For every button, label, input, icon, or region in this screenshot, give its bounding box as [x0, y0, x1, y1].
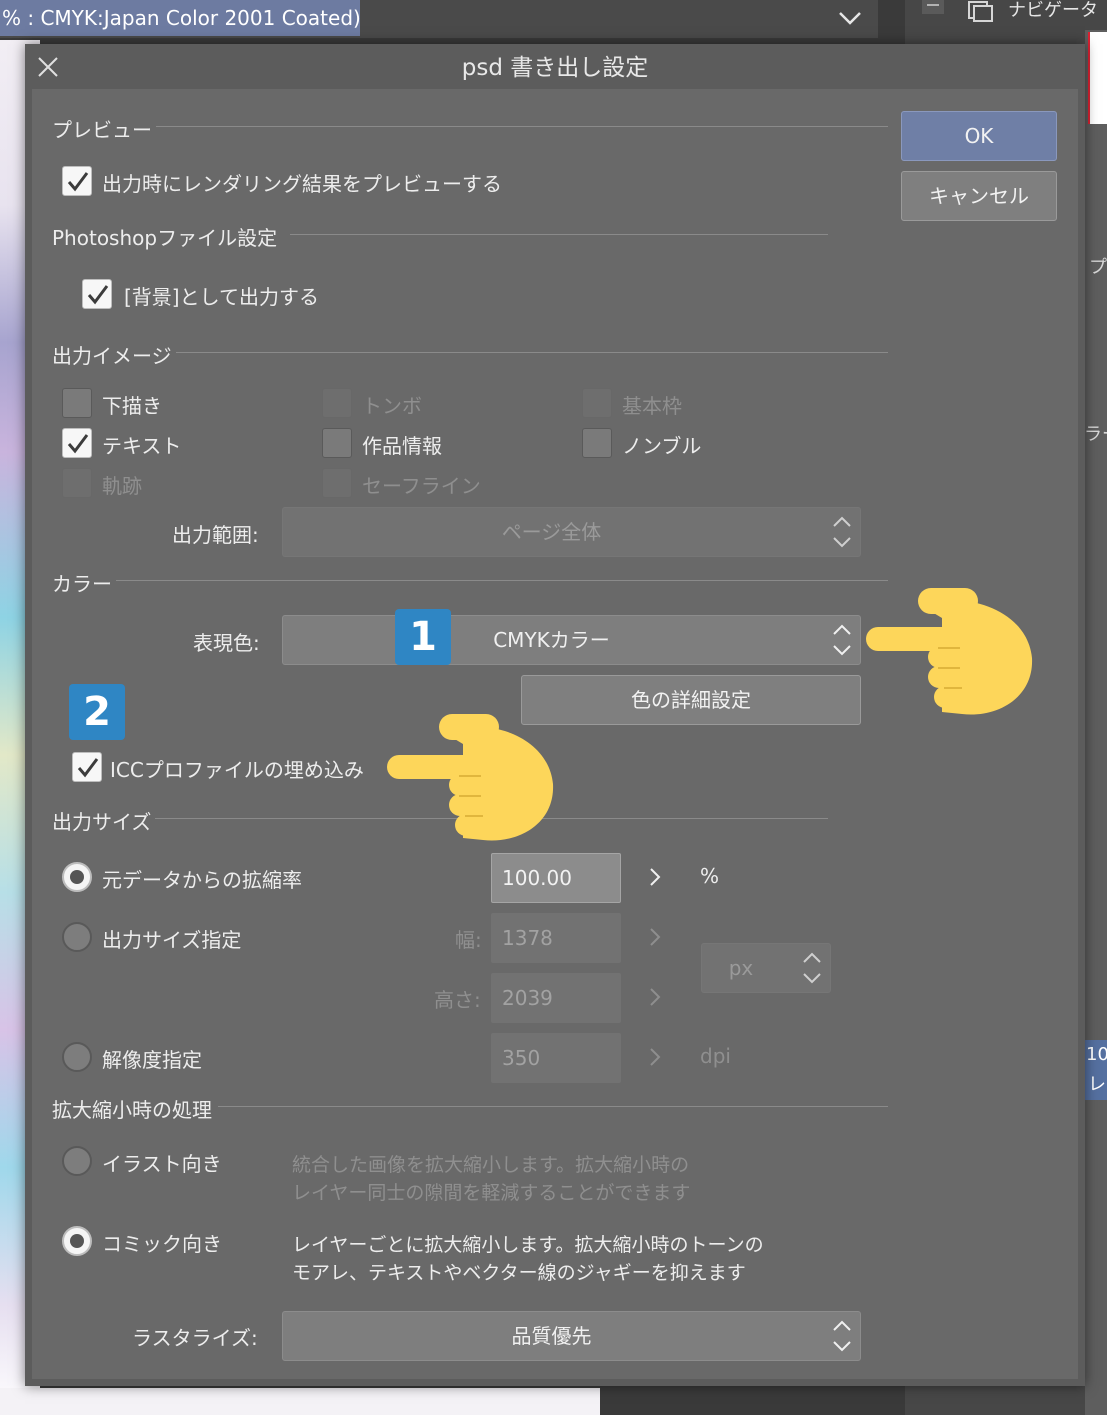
draft-label: 下描き [102, 394, 162, 418]
side-label: レ [1088, 1074, 1106, 1095]
comic-radio[interactable] [62, 1226, 92, 1256]
crop-marks-checkbox[interactable] [322, 388, 352, 418]
resolution-unit: dpi [700, 1044, 731, 1068]
pointing-hand-icon [387, 714, 554, 841]
section-title-photoshop: Photoshopファイル設定 [52, 222, 282, 251]
work-info-label: 作品情報 [362, 434, 442, 458]
dialog-title: psd 書き出し設定 [461, 55, 649, 81]
draft-checkbox[interactable] [62, 388, 92, 418]
check-icon [67, 172, 89, 192]
default-border-label: 基本枠 [622, 394, 682, 418]
resolution-label: 解像度指定 [102, 1048, 202, 1072]
illustration-description: レイヤー同士の隙間を軽減することができます [292, 1182, 691, 1204]
chevron-right-icon[interactable] [648, 1046, 662, 1068]
cancel-button[interactable]: キャンセル [901, 171, 1057, 221]
check-icon [87, 285, 109, 305]
navigator-thumbnail [1088, 32, 1107, 124]
section-divider [175, 352, 888, 353]
check-icon [77, 758, 99, 778]
scale-radio[interactable] [62, 862, 92, 892]
section-title-preview: プレビュー [52, 114, 156, 143]
section-title-output-image: 出力イメージ [52, 340, 176, 369]
render-preview-label: 出力時にレンダリング結果をプレビューする [102, 172, 502, 196]
section-divider [290, 234, 828, 235]
section-divider [218, 1106, 888, 1107]
size-unit-select[interactable]: px [701, 943, 831, 993]
side-panel-edge [1085, 30, 1107, 1415]
color-mode-value: CMYKカラー [493, 628, 610, 652]
page-number-checkbox[interactable] [582, 428, 612, 458]
navigator-icon[interactable] [966, 0, 996, 22]
width-label: 幅: [455, 928, 482, 952]
canvas-bottom-edge [0, 1388, 600, 1415]
color-profile-label: % : CMYK:Japan Color 2001 Coated) [0, 0, 360, 36]
resolution-input[interactable]: 350 [491, 1033, 621, 1083]
navigator-tab[interactable]: ナビゲータ [1008, 0, 1098, 22]
annotation-badge-1: 1 [395, 609, 451, 665]
text-checkbox[interactable] [62, 428, 92, 458]
comic-description: モアレ、テキストやベクター線のジャギーを抑えます [292, 1262, 746, 1284]
side-label: 10 [1086, 1044, 1107, 1065]
chevron-right-icon[interactable] [648, 986, 662, 1008]
rasterize-label: ラスタライズ: [132, 1326, 258, 1350]
up-down-arrows-icon [803, 952, 821, 984]
color-mode-label: 表現色: [193, 631, 260, 655]
chevron-right-icon[interactable] [648, 926, 662, 948]
pointing-hand-icon [866, 588, 1033, 715]
side-label: ラー [1084, 424, 1107, 445]
output-size-radio[interactable] [62, 922, 92, 952]
page-number-label: ノンブル [622, 434, 702, 458]
background-layer-checkbox[interactable] [82, 279, 112, 309]
size-unit-value: px [728, 956, 754, 980]
ok-button[interactable]: OK [901, 111, 1057, 161]
work-info-checkbox[interactable] [322, 428, 352, 458]
icc-profile-checkbox[interactable] [72, 752, 102, 782]
output-size-label: 出力サイズ指定 [102, 928, 242, 952]
trail-label: 軌跡 [102, 474, 142, 498]
icc-profile-label: ICCプロファイルの埋め込み [110, 758, 364, 782]
side-label: プ [1089, 257, 1107, 278]
output-range-label: 出力範囲: [172, 523, 259, 547]
up-down-arrows-icon [833, 516, 851, 548]
output-range-value: ページ全体 [501, 520, 602, 544]
height-input[interactable]: 2039 [491, 973, 621, 1023]
up-down-arrows-icon [833, 1320, 851, 1352]
scale-unit: % [700, 864, 720, 888]
comic-label: コミック向き [102, 1232, 222, 1256]
section-title-output-size: 出力サイズ [52, 806, 156, 835]
resolution-radio[interactable] [62, 1042, 92, 1072]
trail-checkbox[interactable] [62, 468, 92, 498]
width-input[interactable]: 1378 [491, 913, 621, 963]
rasterize-value: 品質優先 [511, 1324, 592, 1348]
height-label: 高さ: [434, 988, 481, 1012]
illustration-radio[interactable] [62, 1146, 92, 1176]
background-layer-label: [背景]として出力する [124, 285, 320, 309]
safe-line-label: セーフライン [362, 474, 481, 498]
chevron-down-icon[interactable] [836, 4, 864, 32]
scale-input[interactable]: 100.00 [491, 853, 621, 903]
output-range-select[interactable]: ページ全体 [282, 507, 861, 557]
comic-description: レイヤーごとに拡大縮小します。拡大縮小時のトーンの [292, 1234, 764, 1256]
menu-icon[interactable] [918, 0, 948, 16]
section-title-color: カラー [52, 568, 116, 597]
default-border-checkbox[interactable] [582, 388, 612, 418]
section-title-scaling: 拡大縮小時の処理 [52, 1094, 216, 1123]
up-down-arrows-icon [833, 624, 851, 656]
illustration-label: イラスト向き [102, 1152, 222, 1176]
section-divider [112, 580, 888, 581]
rasterize-select[interactable]: 品質優先 [282, 1311, 861, 1361]
safe-line-checkbox[interactable] [322, 468, 352, 498]
text-label: テキスト [102, 434, 182, 458]
crop-marks-label: トンボ [362, 394, 422, 418]
section-divider [150, 126, 888, 127]
illustration-description: 統合した画像を拡大縮小します。拡大縮小時の [292, 1154, 690, 1176]
check-icon [67, 434, 89, 454]
render-preview-checkbox[interactable] [62, 166, 92, 196]
scale-label: 元データからの拡縮率 [102, 868, 302, 892]
color-details-button[interactable]: 色の詳細設定 [521, 675, 861, 725]
chevron-right-icon[interactable] [648, 866, 662, 888]
color-mode-select[interactable]: CMYKカラー [282, 615, 861, 665]
annotation-badge-2: 2 [69, 684, 125, 740]
